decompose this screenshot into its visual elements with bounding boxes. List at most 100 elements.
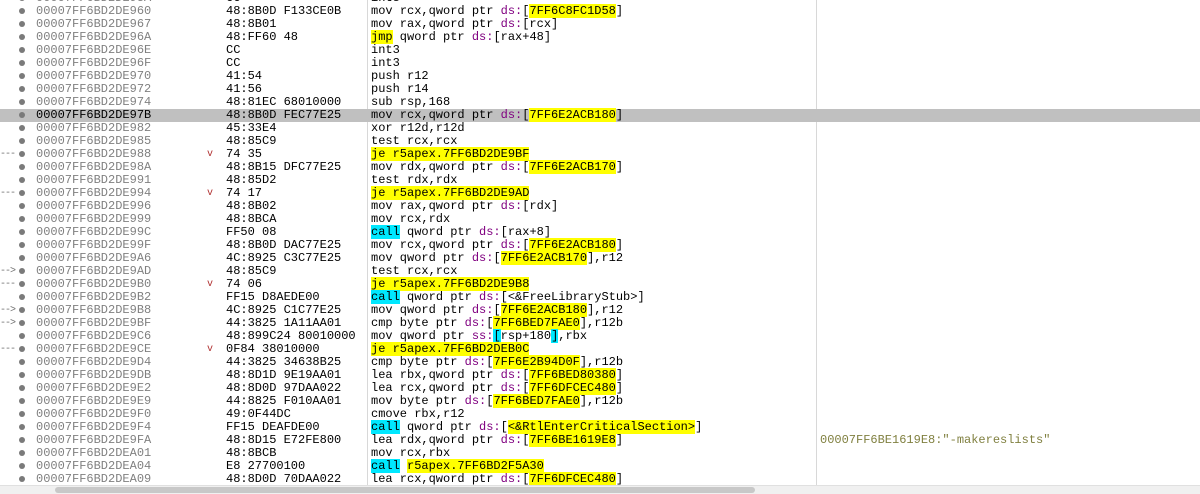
instruction-token: qword ptr [399,290,480,304]
breakpoint-dot-icon[interactable] [18,408,26,421]
disassembly-row[interactable]: --- 00007FF6BD2DE994 v 74 17 je r5apex.7… [0,186,1200,200]
disassembly-row[interactable]: 00007FF6BD2DE96F CC int3 [0,57,1200,70]
breakpoint-dot-icon[interactable] [18,460,26,473]
breakpoint-dot-icon[interactable] [18,187,26,200]
instruction-token: ] [615,108,624,122]
scrollbar-thumb[interactable] [55,487,755,493]
breakpoint-dot-icon[interactable] [18,135,26,148]
breakpoint-dot-icon[interactable] [18,109,26,122]
breakpoint-dot-icon[interactable] [18,278,26,291]
disassembly-row[interactable]: 00007FF6BD2DE982 45:33E4 xor r12d,r12d [0,122,1200,135]
breakpoint-dot-icon[interactable] [18,447,26,460]
breakpoint-dot-icon[interactable] [18,291,26,304]
disassembly-row[interactable]: 00007FF6BD2DE972 41:56 push r14 [0,83,1200,96]
jump-arrow-icon [207,135,221,148]
disassembly-view[interactable]: 00007FF6BD2DE95A CC int3 00007FF6BD2DE96… [0,0,1200,494]
breakpoint-dot-icon[interactable] [18,5,26,18]
breakpoint-dot-icon[interactable] [18,226,26,239]
instruction-token: ds: [500,199,523,213]
instruction-token: ds: [479,290,501,304]
disassembly-row[interactable]: 00007FF6BD2DE960 48:8B0D F133CE0B mov rc… [0,4,1200,18]
breakpoint-dot-icon[interactable] [18,57,26,70]
breakpoint-dot-icon[interactable] [18,434,26,447]
breakpoint-dot-icon[interactable] [18,70,26,83]
breakpoint-dot-icon[interactable] [18,265,26,278]
instruction-token: lea rbx,qword ptr [371,368,501,382]
instruction-token: lea rdx,qword ptr [371,433,501,447]
instruction-token: ds: [500,381,523,395]
disassembly-row[interactable]: 00007FF6BD2DEA01 48:8BCB mov rcx,rbx [0,447,1200,460]
disassembly-row[interactable]: 00007FF6BD2DE96A 48:FF60 48 jmp qword pt… [0,30,1200,44]
breakpoint-dot-icon[interactable] [18,330,26,343]
breakpoint-dot-icon[interactable] [18,122,26,135]
breakpoint-dot-icon[interactable] [18,174,26,187]
breakpoint-dot-icon[interactable] [18,200,26,213]
comment [820,122,1190,135]
disassembly-row[interactable]: 00007FF6BD2DE991 48:85D2 test rdx,rdx [0,174,1200,187]
horizontal-scrollbar[interactable] [0,485,1200,494]
breakpoint-dot-icon[interactable] [18,395,26,408]
breakpoint-dot-icon[interactable] [18,44,26,57]
disassembly-row[interactable]: 00007FF6BD2DE985 48:85C9 test rcx,rcx [0,135,1200,148]
instruction-token: lea rcx,qword ptr [371,381,501,395]
breakpoint-dot-icon[interactable] [18,239,26,252]
instruction-token: ds: [500,17,523,31]
instruction-token: ],r12b [579,316,624,330]
instruction-token: 7FF6E2ACB170 [500,251,588,265]
breakpoint-dot-icon[interactable] [18,148,26,161]
instruction-token: ds: [471,30,494,44]
breakpoint-dot-icon[interactable] [18,304,26,317]
breakpoint-dot-icon[interactable] [18,161,26,174]
jump-arrow-icon [207,291,221,304]
disassembly-row[interactable]: 00007FF6BD2DE970 41:54 push r12 [0,70,1200,83]
breakpoint-dot-icon[interactable] [18,252,26,265]
jump-arrow-icon [207,239,221,252]
disassembly-row[interactable]: 00007FF6BD2DE9FA 48:8D15 E72FE800 lea rd… [0,433,1200,447]
jump-arrow-icon [207,5,221,18]
disassembly-row[interactable]: 00007FF6BD2DE98A 48:8B15 DFC77E25 mov rd… [0,160,1200,174]
instruction-token: cmp byte ptr [371,316,465,330]
breakpoint-dot-icon[interactable] [18,83,26,96]
disassembly-row[interactable]: 00007FF6BD2DE967 48:8B01 mov rax,qword p… [0,18,1200,31]
instruction-token: call [371,420,400,434]
breakpoint-dot-icon[interactable] [18,317,26,330]
instruction-token: ],r12 [587,303,624,317]
comment [820,356,1190,369]
breakpoint-dot-icon[interactable] [18,96,26,109]
instruction-token: mov rax,qword ptr [371,17,501,31]
instruction-token: mov [371,4,400,18]
breakpoint-dot-icon[interactable] [18,213,26,226]
disassembly-row[interactable]: --> 00007FF6BD2DE9AD 48:85C9 test rcx,rc… [0,265,1200,278]
disassembly-row[interactable]: 00007FF6BD2DE96E CC int3 [0,44,1200,57]
disassembly-row[interactable]: 00007FF6BD2DE9C6 48:899C24 80010000 mov … [0,329,1200,343]
comment [820,382,1190,395]
instruction-token: je r5apex.7FF6BD2DE9AD [371,186,530,200]
jump-arrow-icon [207,408,221,421]
disassembly-row[interactable]: 00007FF6BD2DE999 48:8BCA mov rcx,rdx [0,213,1200,226]
instruction-token: 7FF6DFCEC480 [529,472,616,486]
instruction-token: 7FF6BED80380 [529,368,616,382]
instruction-token: ds: [471,303,494,317]
jump-arrow-icon [207,83,221,96]
instruction-token: [rax+8] [500,225,552,239]
breakpoint-dot-icon[interactable] [18,421,26,434]
jump-arrow-icon [207,265,221,278]
instruction-token: ] [615,472,624,486]
breakpoint-dot-icon[interactable] [18,31,26,44]
disassembly-row[interactable]: 00007FF6BD2DE996 48:8B02 mov rax,qword p… [0,200,1200,213]
disassembly-row[interactable]: --> 00007FF6BD2DE9BF 44:3825 1A11AA01 cm… [0,316,1200,330]
disassembly-row[interactable]: 00007FF6BD2DE9A6 4C:8925 C3C77E25 mov qw… [0,251,1200,265]
breakpoint-dot-icon[interactable] [18,356,26,369]
instruction-token: ds: [500,472,523,486]
breakpoint-dot-icon[interactable] [18,18,26,31]
instruction-token: ] [615,433,624,447]
disassembly-row[interactable]: 00007FF6BD2DE9E9 44:8825 F010AA01 mov by… [0,394,1200,408]
instruction-token: ] [615,160,624,174]
instruction-token: ds: [464,394,487,408]
instruction-token: [ [493,303,501,317]
breakpoint-dot-icon[interactable] [18,343,26,356]
instruction-token: [rdx] [522,199,559,213]
disassembly-row[interactable]: 00007FF6BD2DE97B 48:8B0D FEC77E25 mov rc… [0,108,1200,122]
breakpoint-dot-icon[interactable] [18,382,26,395]
breakpoint-dot-icon[interactable] [18,369,26,382]
